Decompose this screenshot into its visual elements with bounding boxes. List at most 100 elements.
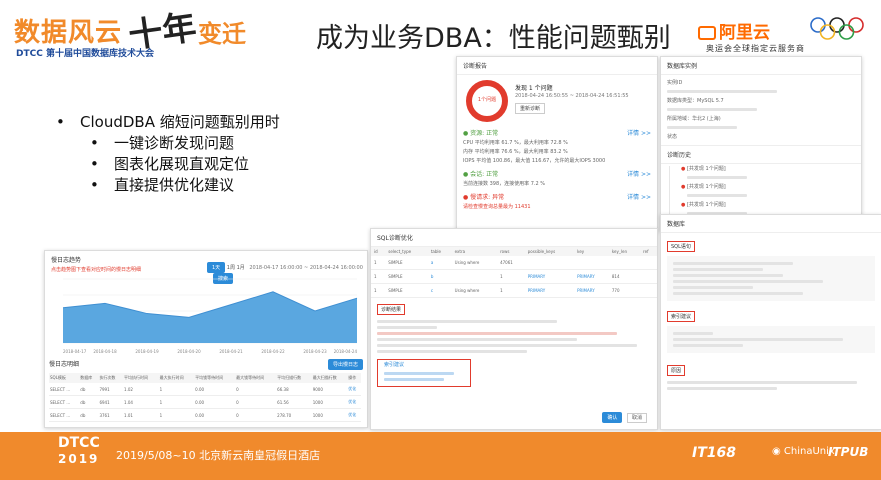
table-cell: 1000 xyxy=(311,408,348,422)
column-header: 平均锁等待时间 xyxy=(194,373,236,383)
aliyun-subtitle: 奥运会全球指定云服务商 xyxy=(706,44,805,53)
column-header: 最大执行时间 xyxy=(158,373,195,383)
sql-code-block xyxy=(667,256,875,301)
range-tab-1m[interactable]: 1月 xyxy=(237,265,245,271)
suggestion-box: 索引建议 xyxy=(377,359,471,387)
panel-title: 数据库 xyxy=(661,215,881,233)
slow-log-area-chart[interactable]: 2018-04-17 2018-04-18 2018-04-19 2018-04-20… xyxy=(49,275,363,355)
history-item[interactable]: ● [共发现 1个问题] xyxy=(675,182,861,191)
column-header: key_len xyxy=(608,247,641,256)
table-cell: 1.04 xyxy=(123,395,159,409)
x-tick-label: 2018-04-20 xyxy=(177,349,201,354)
table-cell: 3761 xyxy=(98,408,124,422)
detail-link[interactable]: 详情 >> xyxy=(627,128,651,137)
detail-link[interactable]: 详情 >> xyxy=(627,169,651,178)
explain-table: id select_type table extra rows possible_keys… xyxy=(371,247,657,298)
time-range: 2018-04-24 16:50:55 ~ 2018-04-24 16:51:5… xyxy=(515,93,629,99)
table-cell xyxy=(640,283,657,298)
bullet-main: CloudDBA 缩短问题甄别用时 xyxy=(56,112,280,133)
sponsor-it168-logo: IT168 xyxy=(692,445,736,461)
sql-statement-label: SQL语句 xyxy=(667,241,695,252)
column-header: possible_keys xyxy=(524,247,575,256)
table-cell: 1 xyxy=(497,283,525,298)
series-area xyxy=(63,291,357,343)
table-cell: 0.00 xyxy=(194,408,236,422)
table-cell: 0 xyxy=(235,408,277,422)
index-suggestion-label: 索引建议 xyxy=(667,311,696,322)
olympic-rings-icon xyxy=(810,17,864,40)
check-icon: ● xyxy=(463,171,469,178)
cancel-button[interactable]: 取消 xyxy=(626,413,647,423)
column-header: 执行次数 xyxy=(98,373,124,383)
index-code-block xyxy=(667,326,875,353)
optimize-link[interactable]: 优化 xyxy=(347,408,361,422)
instance-field: 数据库类型：MySQL 5.7 xyxy=(667,98,724,104)
history-item[interactable]: ● [共发现 1个问题] xyxy=(675,200,861,209)
table-cell: PRIMARY xyxy=(574,283,609,298)
detail-link[interactable]: 详情 >> xyxy=(627,192,651,201)
table-cell: 66.38 xyxy=(276,383,312,396)
aliyun-mark-icon xyxy=(698,26,716,40)
instance-panel: 数据库实例 实例ID 数据库类型：MySQL 5.7 所属地域：华北2 (上海)… xyxy=(660,56,862,230)
table-cell: PRIMARY xyxy=(524,283,575,298)
column-header: ref xyxy=(640,247,657,256)
table-cell: b xyxy=(427,269,452,284)
table-header-row: id select_type table extra rows possible_keys… xyxy=(371,247,657,256)
table-cell: 0 xyxy=(235,395,277,409)
table-cell: 1 xyxy=(158,383,195,396)
session-line: 当前连接数 398，连接使用率 7.2 % xyxy=(463,181,546,187)
table-cell: Using where xyxy=(451,283,498,298)
x-tick-label: 2018-04-21 xyxy=(219,349,243,354)
table-cell xyxy=(524,256,575,270)
instance-field: 所属地域：华北2 (上海) xyxy=(667,116,721,122)
table-cell: 814 xyxy=(608,269,641,284)
date-range-picker[interactable]: 2018-04-17 16:00:00 ~ 2018-04-24 16:00:0… xyxy=(249,265,363,271)
table-cell xyxy=(451,269,498,284)
slow-table-header: 慢日志明细 导出慢日志 xyxy=(49,359,363,370)
range-tab-1w[interactable]: 1周 xyxy=(227,265,235,271)
column-header: key xyxy=(574,247,609,256)
table-cell: 1.02 xyxy=(123,383,159,396)
found-count: 发现 1 个问题 xyxy=(515,85,553,92)
rediagnose-button[interactable]: 重新诊断 xyxy=(515,103,546,114)
diagnosis-report-panel: 诊断报告 1个问题 发现 1 个问题 2018-04-24 16:50:55 ~… xyxy=(456,56,658,232)
column-header: extra xyxy=(451,247,498,256)
optimize-link[interactable]: 优化 xyxy=(347,395,361,409)
table-row: 1 SIMPLE a Using where 47061 xyxy=(371,256,657,270)
table-row: 1 SIMPLE b 1 PRIMARY PRIMARY 814 xyxy=(371,269,657,284)
table-cell: a xyxy=(427,256,452,270)
gauge-label: 1个问题 xyxy=(477,97,497,103)
x-tick-label: 2018-04-22 xyxy=(261,349,285,354)
section-resource: ● 资源: 正常 详情 >> xyxy=(463,128,651,137)
optimize-link[interactable]: 优化 xyxy=(347,383,361,396)
history-item[interactable]: ● [共发现 1个问题] xyxy=(675,164,861,173)
footer-date-venue: 2019/5/08~10 北京新云南皇冠假日酒店 xyxy=(116,449,321,462)
table-cell: 1.01 xyxy=(123,408,159,422)
panel-title: 诊断报告 xyxy=(457,57,657,75)
table-cell: 6941 xyxy=(98,395,124,409)
sponsor-itpub-logo: ITPUB xyxy=(828,445,869,459)
history-title: 诊断历史 xyxy=(661,145,861,164)
table-cell: SELECT ... xyxy=(49,395,80,409)
table-cell: 278.70 xyxy=(276,408,312,422)
instance-field: 状态 xyxy=(667,134,678,140)
range-tab-1d[interactable]: 1天 xyxy=(207,262,226,273)
sponsor-chinaunix-logo: ◉ ChinaUnix xyxy=(772,446,835,457)
table-cell: 1000 xyxy=(311,395,348,409)
table-cell: 0 xyxy=(235,383,277,396)
slow-line: 请检查慢查询总量最为 11431 xyxy=(463,204,531,210)
panel-title: 数据库实例 xyxy=(661,57,861,75)
column-header: 平均执行时间 xyxy=(123,373,159,383)
confirm-button[interactable]: 确认 xyxy=(602,412,623,423)
slide-title: 成为业务DBA：性能问题甄别 xyxy=(316,23,671,54)
table-cell: c xyxy=(427,283,452,298)
table-row: SELECT ... db 3761 1.01 1 0.00 0 278.70 1000 优化 xyxy=(49,408,361,422)
slow-log-table: SQL模板 数据库 执行次数 平均执行时间 最大执行时间 平均锁等待时间 最大锁等待时间 平均… xyxy=(49,373,361,422)
x-tick-label: 2018-04-23 xyxy=(303,349,327,354)
table-cell: SELECT ... xyxy=(49,408,80,422)
export-button[interactable]: 导出慢日志 xyxy=(327,359,363,370)
table-cell: 1 xyxy=(371,256,386,270)
column-header: SQL模板 xyxy=(49,373,80,383)
resource-line: 内存 平均利用率 76.6 %，最大利用率 83.2 % xyxy=(463,149,568,155)
column-header: 最大扫描行数 xyxy=(311,373,348,383)
